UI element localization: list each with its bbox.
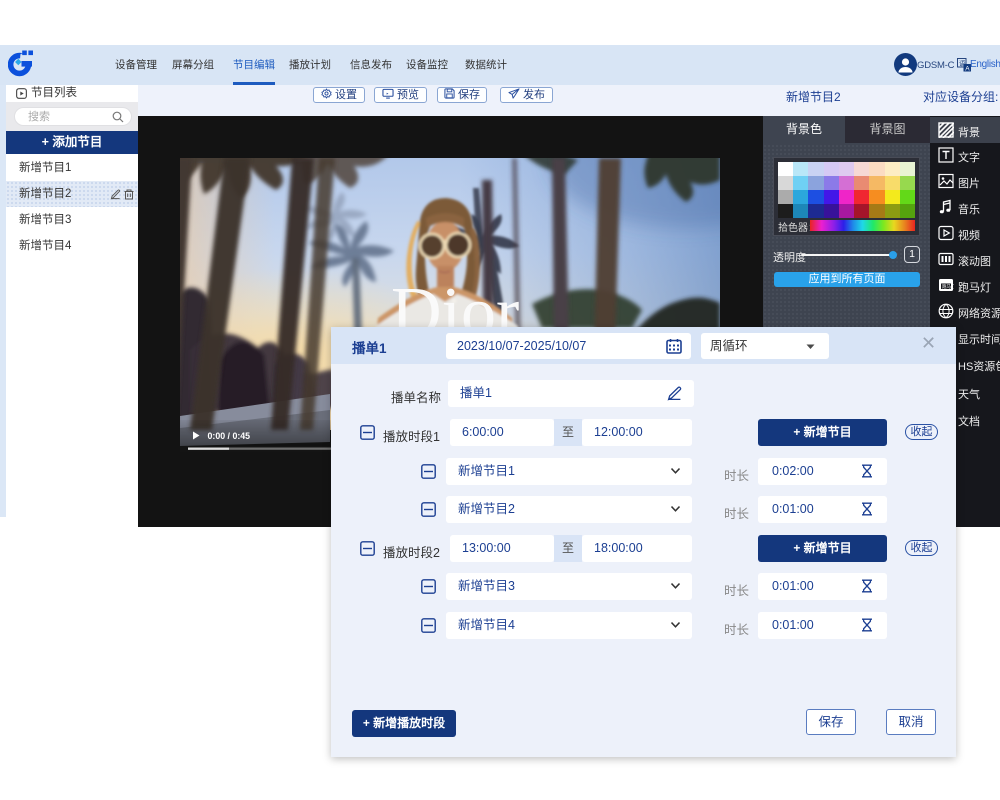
svg-text:跑马灯: 跑马灯 <box>942 283 954 290</box>
svg-text:0:00 / 0:45: 0:00 / 0:45 <box>208 431 251 441</box>
